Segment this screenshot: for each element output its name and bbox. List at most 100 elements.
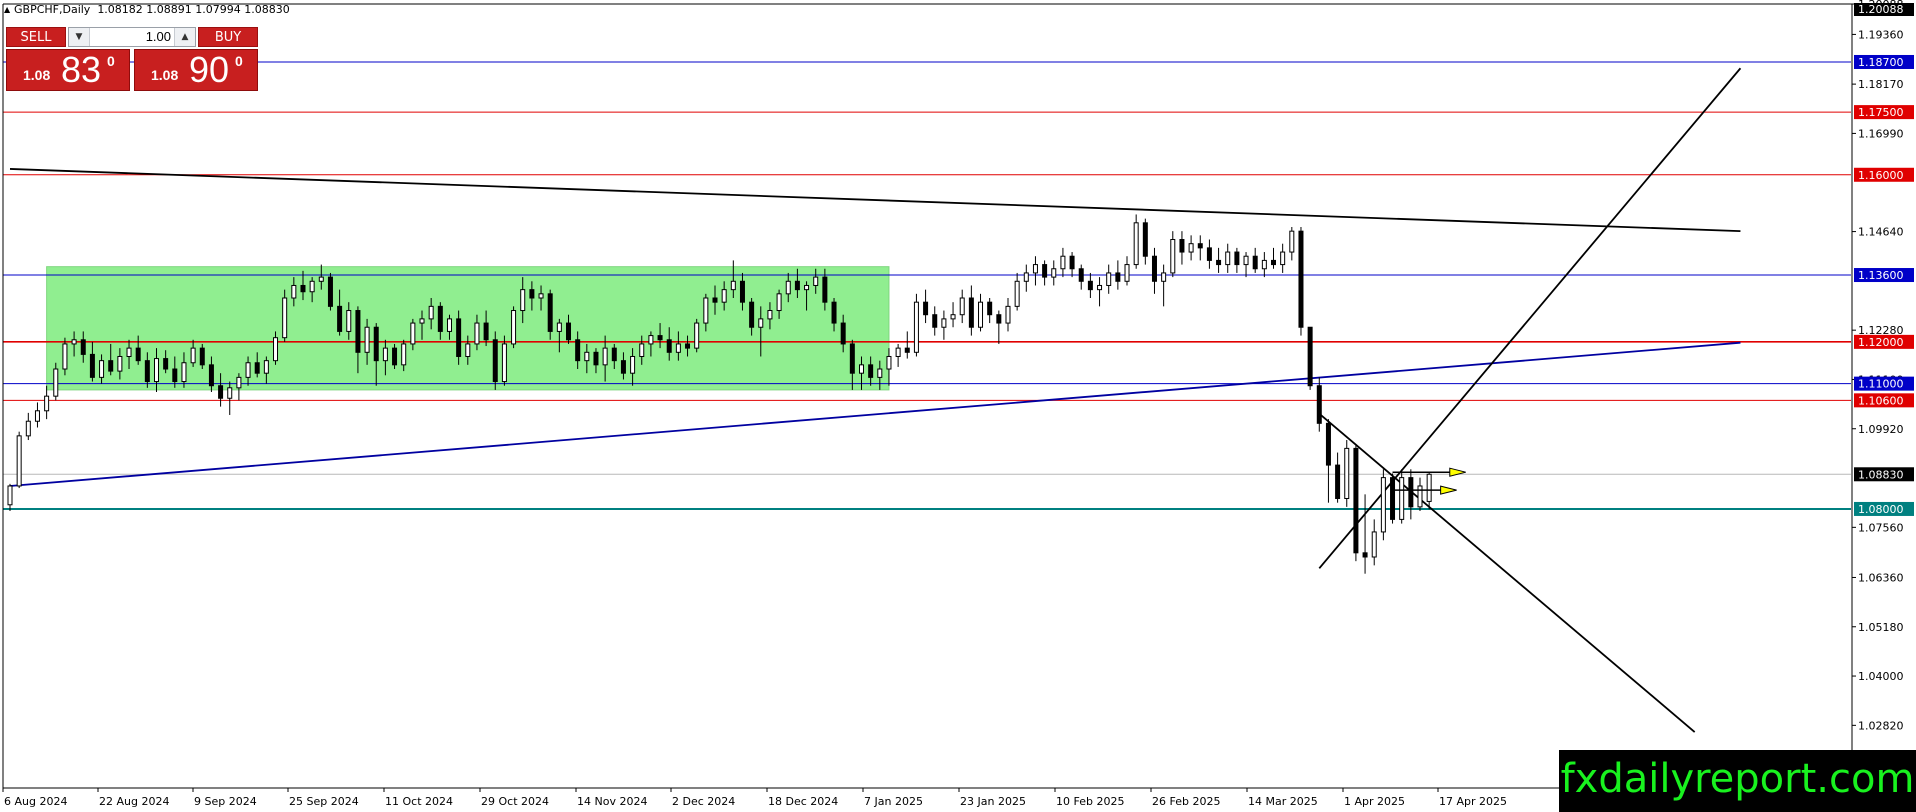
candle-bear <box>904 347 910 353</box>
candle-bear <box>492 339 498 383</box>
candle-bull <box>465 343 471 357</box>
candle-bear <box>932 314 938 328</box>
lot-size-field[interactable]: ▼ 1.00 ▲ <box>68 27 196 47</box>
candle-bull <box>1023 272 1029 282</box>
candle-bear <box>1307 326 1313 387</box>
level-label: 1.16000 <box>1858 169 1904 182</box>
candle-bull <box>1032 264 1038 274</box>
candle-bull <box>291 284 297 299</box>
candle-bull <box>501 343 507 383</box>
candle-bull <box>273 337 279 362</box>
candle-bear <box>1362 552 1368 558</box>
candle-bull <box>34 410 40 422</box>
lot-decrease-icon[interactable]: ▼ <box>69 28 90 46</box>
price-tick-label: 1.09920 <box>1858 423 1904 436</box>
candle-bull <box>877 368 883 378</box>
price-tick-label: 1.02820 <box>1858 719 1904 732</box>
buy-price-pips: 90 <box>189 49 230 90</box>
candle-bear <box>1078 268 1084 282</box>
candle-bear <box>208 364 214 387</box>
candle-bear <box>1042 264 1048 278</box>
candle-bull <box>1371 531 1377 558</box>
candle-bear <box>1353 447 1359 554</box>
candle-bear <box>1390 477 1396 520</box>
candle-bull <box>730 280 736 291</box>
candle-bull <box>1280 251 1286 266</box>
level-label: 1.10600 <box>1858 394 1904 407</box>
sell-price-box[interactable]: 1.08 83 0 <box>6 49 130 91</box>
time-tick-label: 14 Nov 2024 <box>577 795 647 808</box>
candle-bear <box>80 339 86 355</box>
collapse-arrow-icon[interactable]: ▲ <box>4 5 10 14</box>
candle-bull <box>1261 259 1267 270</box>
candle-bull <box>7 485 13 506</box>
candle-bull <box>675 343 681 353</box>
candle-bull <box>721 289 727 303</box>
chart-background <box>0 0 1916 812</box>
lot-increase-icon[interactable]: ▲ <box>174 28 195 46</box>
candle-bear <box>712 297 718 303</box>
candle-bear <box>1234 251 1240 266</box>
candle-bear <box>831 301 837 324</box>
candle-bear <box>483 322 489 341</box>
candle-bull <box>364 326 370 353</box>
time-tick-label: 26 Feb 2025 <box>1152 795 1220 808</box>
candle-bear <box>218 385 224 399</box>
candle-bull <box>1161 272 1167 282</box>
buy-price-fraction: 0 <box>235 53 243 69</box>
candle-bull <box>950 314 956 320</box>
candle-bull <box>895 347 901 357</box>
candle-bear <box>666 339 672 353</box>
candle-bear <box>657 335 663 341</box>
candle-bear <box>1087 280 1093 291</box>
candle-bear <box>135 347 141 362</box>
time-tick-label: 10 Feb 2025 <box>1056 795 1124 808</box>
candle-bear <box>1316 385 1322 424</box>
watermark-logo: fxdailyreport.com <box>1559 750 1916 812</box>
candle-bull <box>153 358 159 383</box>
sell-price-fraction: 0 <box>107 53 115 69</box>
candle-bear <box>172 368 178 383</box>
buy-price-box[interactable]: 1.08 90 0 <box>134 49 258 91</box>
candle-bear <box>840 322 846 345</box>
candle-bull <box>410 322 416 345</box>
sell-button[interactable]: SELL <box>6 27 66 47</box>
candle-bear <box>437 305 443 332</box>
candle-bull <box>1417 485 1423 508</box>
time-tick-label: 9 Sep 2024 <box>194 795 257 808</box>
candle-bear <box>1325 422 1331 466</box>
candle-bear <box>868 364 874 378</box>
candle-bull <box>117 355 123 372</box>
candle-bull <box>758 318 764 328</box>
candle-bear <box>822 276 828 303</box>
candle-bull <box>813 276 819 286</box>
level-label: 1.17500 <box>1858 106 1904 119</box>
candle-bear <box>1142 222 1148 257</box>
candle-bull <box>236 376 242 389</box>
candle-bull <box>401 343 407 366</box>
lot-size-value[interactable]: 1.00 <box>91 28 173 46</box>
candle-bull <box>1188 243 1194 253</box>
candle-bull <box>1243 255 1249 266</box>
candle-bear <box>987 301 993 316</box>
candle-bull <box>71 339 77 345</box>
candle-bull <box>1344 447 1350 500</box>
level-label: 1.18700 <box>1858 56 1904 69</box>
candle-bear <box>1408 477 1414 508</box>
candle-bull <box>584 351 590 362</box>
candle-bear <box>254 362 260 374</box>
candle-bear <box>1115 272 1121 282</box>
candle-bull <box>1399 477 1405 520</box>
candle-bear <box>392 347 398 366</box>
candle-bear <box>1151 255 1157 282</box>
candle-bear <box>163 358 169 370</box>
symbol-label: GBPCHF,Daily <box>14 3 91 16</box>
price-tick-label: 1.05180 <box>1858 621 1904 634</box>
candle-bull <box>181 362 187 383</box>
buy-button[interactable]: BUY <box>198 27 258 47</box>
max-price-label: 1.20088 <box>1858 3 1904 16</box>
price-chart[interactable]: 1.200881.193601.181701.169901.146401.122… <box>0 0 1916 812</box>
time-tick-label: 14 Mar 2025 <box>1248 795 1318 808</box>
price-tick-label: 1.19360 <box>1858 28 1904 41</box>
price-tick-label: 1.07560 <box>1858 521 1904 534</box>
